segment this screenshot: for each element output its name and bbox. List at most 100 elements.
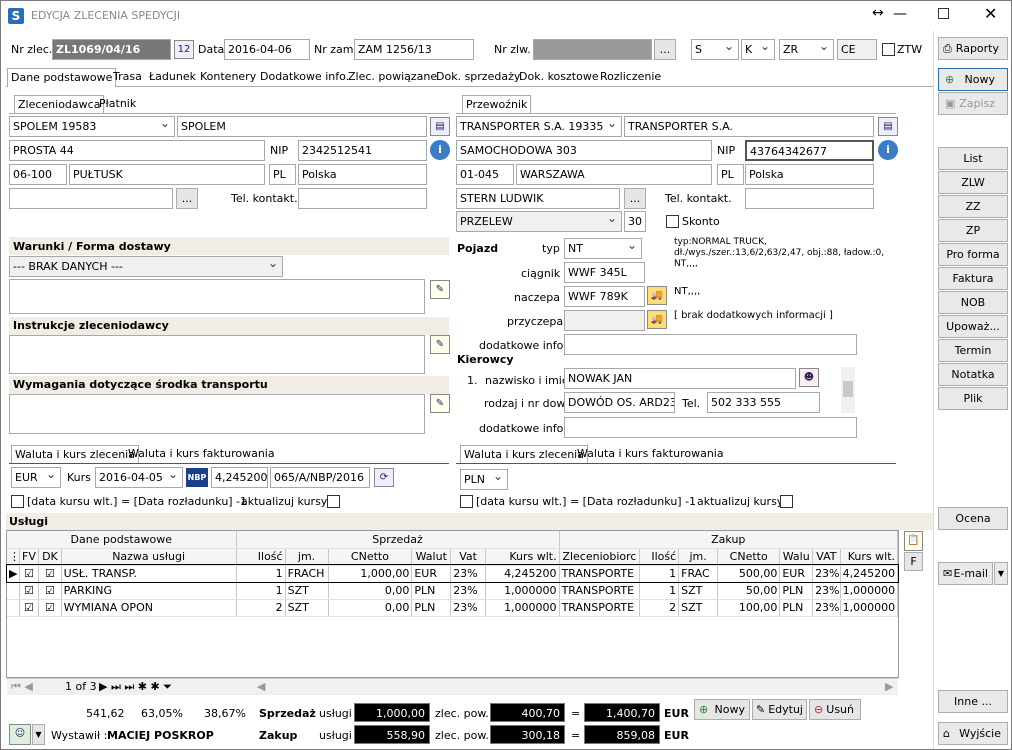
tab-dok-kosztowe[interactable]: Dok. kosztowe: [516, 68, 602, 86]
fv-checkbox[interactable]: ☑: [19, 599, 40, 617]
cell[interactable]: PLN: [779, 582, 814, 600]
carrier-book-icon[interactable]: ▤: [878, 117, 898, 136]
next-page-icons[interactable]: ▶ ⏭ ⏭ ✱ ✱ ⏷: [99, 680, 172, 694]
kurs-rate-field[interactable]: 4,245200: [211, 467, 268, 488]
col-kurs-zakup[interactable]: Kurs wlt.: [840, 548, 899, 566]
client-country-code[interactable]: PL: [269, 164, 296, 185]
tab-platnik[interactable]: Płatnik: [96, 95, 139, 113]
cell[interactable]: 1,000000: [840, 599, 899, 617]
carrier-country-code[interactable]: PL: [717, 164, 744, 185]
tab-waluta-fakturowania-right[interactable]: Waluta i kurs fakturowania: [574, 445, 727, 463]
col-cnetto[interactable]: CNetto: [328, 548, 413, 566]
cell[interactable]: 4,245200: [840, 565, 899, 583]
user-dropdown-button[interactable]: ▼: [32, 724, 45, 745]
cell[interactable]: 23%: [812, 582, 841, 600]
ocena-button[interactable]: Ocena: [938, 507, 1008, 530]
grid-menu-icon[interactable]: ⋮: [7, 548, 20, 566]
driver-doc-field[interactable]: DOWÓD OS. ARD23: [564, 392, 675, 413]
email-dropdown-button[interactable]: ▼: [994, 562, 1008, 585]
tab-waluta-zlecenia-left[interactable]: Waluta i kurs zlecenia: [11, 445, 139, 463]
cell[interactable]: 23%: [450, 565, 486, 583]
client-info-icon[interactable]: i: [430, 140, 450, 160]
plik-button[interactable]: Plik: [938, 387, 1008, 410]
col-vat[interactable]: Vat: [450, 548, 486, 566]
przyczepa-field[interactable]: [564, 310, 645, 331]
cell[interactable]: SZT: [285, 599, 329, 617]
services-delete-button[interactable]: ⊖ Usuń: [809, 699, 861, 720]
zlw-button[interactable]: ZLW: [938, 171, 1008, 194]
carrier-contact-browse-button[interactable]: ...: [624, 188, 646, 209]
col-vat-zakup[interactable]: VAT: [812, 548, 841, 566]
driver-dodatkowe-field[interactable]: [564, 417, 857, 438]
carrier-nip-field[interactable]: 43764342677: [745, 140, 874, 161]
wyjscie-button[interactable]: ⌂ Wyjście: [938, 722, 1008, 745]
email-button[interactable]: ✉ E-mail: [938, 562, 993, 585]
instrukcje-textarea[interactable]: [9, 335, 425, 374]
kurs-table-field[interactable]: 065/A/NBP/2016: [270, 467, 370, 488]
cell[interactable]: 2: [639, 599, 680, 617]
typ-select[interactable]: NT: [564, 238, 642, 259]
client-name-field[interactable]: SPOLEM: [177, 116, 427, 137]
upowaz-button[interactable]: Upoważ...: [938, 315, 1008, 338]
termin-button[interactable]: Termin: [938, 339, 1008, 362]
right-aktualizuj-checkbox[interactable]: [780, 495, 793, 508]
client-zip-field[interactable]: 06-100: [9, 164, 67, 185]
col-cnetto-zakup[interactable]: CNetto: [717, 548, 781, 566]
cell[interactable]: FRACH: [285, 565, 329, 583]
services-edit-button[interactable]: ✎ Edytuj: [752, 699, 807, 720]
tab-dodatkowe-info[interactable]: Dodatkowe info.: [257, 68, 352, 86]
services-new-button[interactable]: ⊕ Nowy: [694, 699, 750, 720]
client-nip-field[interactable]: 2342512541: [298, 140, 427, 161]
fv-checkbox[interactable]: ☑: [19, 582, 40, 600]
cell[interactable]: 1,000,00: [328, 565, 413, 583]
naczepa-truck-icon[interactable]: 🚚: [647, 286, 667, 305]
zapisz-button[interactable]: ▣ Zapisz: [938, 92, 1008, 115]
wymagania-textarea[interactable]: [9, 394, 425, 434]
cell[interactable]: 0,00: [328, 599, 413, 617]
cell[interactable]: 2: [236, 599, 286, 617]
dk-checkbox[interactable]: ☑: [38, 582, 62, 600]
col-walut[interactable]: Walut: [411, 548, 452, 566]
currency-right-select[interactable]: PLN: [460, 469, 508, 490]
col-ilosc[interactable]: Ilość: [236, 548, 286, 566]
cell[interactable]: 1: [236, 582, 286, 600]
carrier-street-field[interactable]: SAMOCHODOWA 303: [456, 140, 712, 161]
table-row[interactable]: ☑ ☑ WYMIANA OPON 2 SZT 0,00 PLN 23% 1,00…: [7, 599, 899, 617]
minimize-icon[interactable]: —: [893, 6, 907, 22]
user-icon[interactable]: ☺: [9, 724, 31, 745]
nr-zlw-browse-button[interactable]: ...: [654, 39, 676, 60]
zz-button[interactable]: ZZ: [938, 195, 1008, 218]
carrier-code-select[interactable]: TRANSPORTER S.A. 19335: [456, 116, 622, 137]
scroll-left-icon[interactable]: ◀: [257, 680, 265, 694]
carrier-country-field[interactable]: Polska: [745, 164, 874, 185]
zr-select[interactable]: ZR: [779, 39, 834, 60]
tab-zleceniodawca[interactable]: Zleceniodawca: [14, 95, 105, 113]
faktura-button[interactable]: Faktura: [938, 267, 1008, 290]
col-dk[interactable]: DK: [38, 548, 62, 566]
cell[interactable]: EUR: [779, 565, 814, 583]
warunki-select[interactable]: --- BRAK DANYCH ---: [9, 256, 283, 277]
carrier-info-icon[interactable]: i: [878, 140, 898, 160]
raporty-button[interactable]: ⎙ Raporty: [938, 37, 1008, 60]
cell[interactable]: TRANSPORTE: [559, 599, 641, 617]
instrukcje-edit-icon[interactable]: ✎: [430, 335, 450, 354]
zp-button[interactable]: ZP: [938, 219, 1008, 242]
resize-icon[interactable]: ↔: [872, 5, 884, 21]
warunki-textarea[interactable]: [9, 279, 425, 314]
client-book-icon[interactable]: ▤: [430, 117, 450, 136]
notatka-button[interactable]: Notatka: [938, 363, 1008, 386]
cell[interactable]: PARKING: [61, 582, 237, 600]
cell[interactable]: 23%: [450, 582, 486, 600]
left-aktualizuj-checkbox[interactable]: [327, 495, 340, 508]
kurs-date-select[interactable]: 2016-04-05: [95, 467, 183, 488]
col-walu-zakup[interactable]: Walu: [779, 548, 814, 566]
cell[interactable]: 1: [236, 565, 286, 583]
right-data-kursu-checkbox[interactable]: [460, 495, 473, 508]
driver-person-icon[interactable]: ☻: [799, 368, 819, 387]
dk-checkbox[interactable]: ☑: [38, 599, 62, 617]
carrier-days-field[interactable]: 30: [624, 211, 646, 232]
col-jm-zakup[interactable]: jm.: [678, 548, 718, 566]
table-row[interactable]: ☑ ☑ PARKING 1 SZT 0,00 PLN 23% 1,000000 …: [7, 582, 899, 600]
col-nazwa[interactable]: Nazwa usługi: [61, 548, 237, 566]
cell[interactable]: 1: [639, 582, 680, 600]
